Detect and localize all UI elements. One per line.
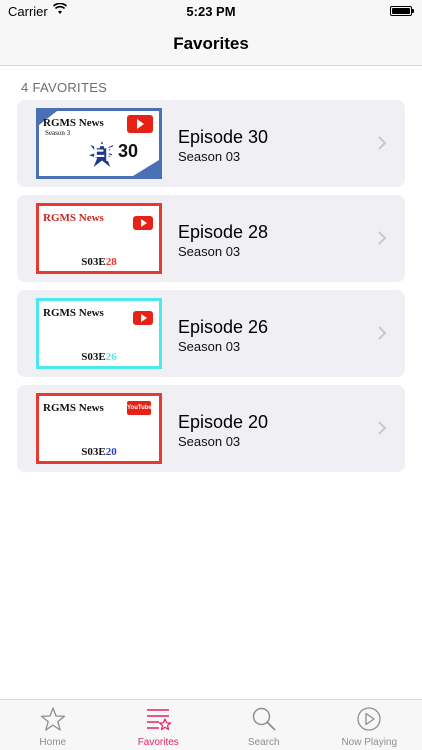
episode-season: Season 03 — [178, 244, 241, 259]
list-item[interactable]: RGMS News S03E26 Episode 26 Season 03 — [17, 290, 405, 377]
episode-season: Season 03 — [178, 149, 241, 164]
episode-title: Episode 30 — [178, 127, 269, 147]
tab-label: Favorites — [137, 737, 179, 748]
list-item[interactable]: RGMS News S03E28 Episode 28 Season 03 — [17, 195, 405, 282]
thumbnail-code: S03E28 — [81, 256, 117, 268]
tab-label: Home — [39, 737, 67, 748]
youtube-icon — [127, 115, 153, 133]
episode-season: Season 03 — [178, 434, 241, 449]
youtube-icon — [133, 216, 153, 230]
episode-thumbnail: RGMS News YouTube S03E20 — [36, 393, 162, 464]
list-item[interactable]: RGMS News Season 3 Ep 30 Episode 30 Seaso… — [17, 100, 405, 187]
navigation-bar: Favorites — [0, 24, 422, 66]
tab-label: Now Playing — [341, 737, 398, 748]
play-circle-icon — [357, 707, 381, 731]
episode-title: Episode 28 — [178, 222, 269, 242]
episode-thumbnail: RGMS News S03E28 — [36, 203, 162, 274]
thumbnail-code: S03E20 — [81, 446, 117, 458]
thumbnail-brand: RGMS News — [43, 117, 104, 129]
tab-favorites[interactable]: Favorites — [106, 700, 212, 750]
thumbnail-brand: RGMS News — [43, 307, 104, 319]
episode-title: Episode 26 — [178, 317, 269, 337]
episode-season: Season 03 — [178, 339, 241, 354]
favorites-list: RGMS News Season 3 Ep 30 Episode 30 Seaso… — [17, 100, 405, 480]
youtube-logo-icon: YouTube — [127, 401, 152, 415]
episode-thumbnail: RGMS News Season 3 Ep 30 — [36, 108, 162, 179]
chevron-right-icon — [378, 231, 387, 245]
thumbnail-code: S03E26 — [81, 351, 117, 363]
list-item[interactable]: RGMS News YouTube S03E20 Episode 20 Seas… — [17, 385, 405, 472]
tab-search[interactable]: Search — [211, 700, 317, 750]
tab-home[interactable]: Home — [0, 700, 106, 750]
tab-bar: Home Favorites Search Now Playing — [0, 699, 422, 750]
status-bar: Carrier 5:23 PM — [0, 0, 422, 24]
battery-icon — [390, 6, 414, 16]
chevron-right-icon — [378, 421, 387, 435]
chevron-right-icon — [378, 326, 387, 340]
star-icon — [40, 707, 65, 731]
tab-label: Search — [247, 737, 280, 748]
thumbnail-episode: Ep 30 — [93, 141, 139, 161]
episode-title: Episode 20 — [178, 412, 269, 432]
thumbnail-season: Season 3 — [45, 129, 71, 137]
tab-now-playing[interactable]: Now Playing — [317, 700, 422, 750]
search-icon — [252, 707, 276, 731]
thumbnail-brand: RGMS News — [43, 212, 104, 224]
chevron-right-icon — [378, 136, 387, 150]
thumbnail-brand: RGMS News — [43, 402, 104, 414]
episode-thumbnail: RGMS News S03E26 — [36, 298, 162, 369]
page-title: Favorites — [173, 34, 249, 53]
section-header: 4 FAVORITES — [21, 80, 108, 95]
youtube-icon — [133, 311, 153, 325]
status-time: 5:23 PM — [186, 4, 236, 19]
favorites-list-icon — [147, 709, 172, 731]
